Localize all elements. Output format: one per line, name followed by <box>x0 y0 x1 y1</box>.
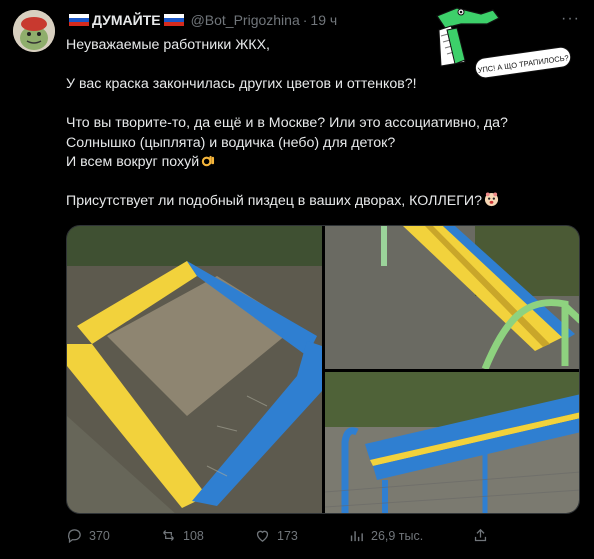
ok-hand-emoji-icon <box>201 155 215 167</box>
text-line: Что вы творите-то, да ещё и в Москве? Ил… <box>66 115 508 131</box>
russia-flag-icon <box>163 14 184 26</box>
views-button[interactable]: 26,9 тыс. <box>348 527 423 544</box>
text-line: Солнышко (цыплята) и водичка (небо) для … <box>66 134 396 151</box>
tweet-text: Неуважаемые работники ЖКХ, У вас краска … <box>66 36 508 212</box>
text-line: Неуважаемые работники ЖКХ, <box>66 37 270 53</box>
view-count: 26,9 тыс. <box>371 528 424 543</box>
views-icon <box>350 531 363 542</box>
share-button[interactable] <box>472 527 489 544</box>
separator-dot: · <box>302 12 308 28</box>
text-line-with-emoji: И всем вокруг похуй <box>66 153 506 173</box>
repost-icon <box>163 530 174 541</box>
share-icon <box>474 528 487 542</box>
russia-flag-icon <box>69 14 89 26</box>
repost-count: 108 <box>183 528 204 543</box>
author-handle[interactable]: @Bot_Prigozhina <box>191 12 300 28</box>
like-count: 173 <box>277 528 298 543</box>
like-button[interactable]: 173 <box>254 527 298 544</box>
avatar[interactable] <box>13 10 55 52</box>
text-line: У вас краска закончилась других цветов и… <box>66 76 417 92</box>
text-line-with-emoji: Присутствует ли подобный пиздец в ваших … <box>66 192 506 212</box>
tweet-header: ДУМАЙТЕ @Bot_Prigozhina · 19 ч <box>66 11 337 29</box>
heart-icon <box>256 530 269 542</box>
text-line: Присутствует ли подобный пиздец в ваших … <box>66 193 483 209</box>
reply-count: 370 <box>89 528 110 543</box>
face-emoji-icon <box>484 192 499 207</box>
action-bar: 370 108 173 26,9 тыс. <box>66 527 506 547</box>
photo-bench-1[interactable] <box>325 226 579 369</box>
photo-sandbox[interactable] <box>67 226 322 513</box>
author-name[interactable]: ДУМАЙТЕ <box>92 12 161 28</box>
timestamp[interactable]: 19 ч <box>310 12 337 28</box>
media-grid <box>66 225 580 514</box>
photo-bench-2[interactable] <box>325 372 579 513</box>
reply-icon <box>68 529 81 544</box>
reply-button[interactable]: 370 <box>66 527 110 544</box>
text-line: И всем вокруг похуй <box>66 154 200 170</box>
repost-button[interactable]: 108 <box>160 527 204 544</box>
